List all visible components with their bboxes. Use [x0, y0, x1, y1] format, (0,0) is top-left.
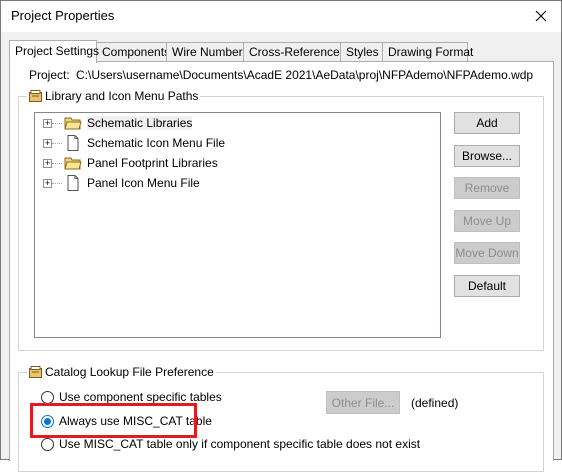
library-paths-caption: Library and Icon Menu Paths	[27, 89, 201, 103]
title-bar: Project Properties	[1, 1, 561, 32]
file-icon	[67, 135, 79, 151]
expand-icon[interactable]: +	[43, 178, 52, 188]
tab-styles[interactable]: Styles	[340, 42, 383, 62]
option-label: Always use MISC_CAT table	[59, 414, 212, 428]
tab-wire-numbers[interactable]: Wire Numbers	[166, 42, 249, 62]
folder-icon	[64, 157, 82, 170]
radio-button-selected[interactable]	[41, 414, 54, 428]
expand-icon[interactable]: +	[43, 118, 52, 128]
library-paths-title: Library and Icon Menu Paths	[45, 89, 199, 103]
option-label: Use component specific tables	[59, 390, 222, 404]
tree-label: Schematic Icon Menu File	[87, 136, 226, 150]
radio-button[interactable]	[41, 437, 54, 451]
tree-connector	[52, 162, 62, 164]
expand-icon[interactable]: +	[43, 138, 52, 148]
move-up-button[interactable]: Move Up	[454, 210, 520, 232]
tree-item-panel-icon-menu-file[interactable]: + Panel Icon Menu File	[43, 173, 200, 193]
option-always-misc-cat[interactable]: Always use MISC_CAT table	[41, 414, 212, 428]
defined-status: (defined)	[411, 396, 459, 410]
option-component-specific[interactable]: Use component specific tables	[41, 390, 222, 404]
tab-drawing-format[interactable]: Drawing Format	[382, 42, 473, 62]
catalog-preference-title: Catalog Lookup File Preference	[45, 365, 214, 379]
option-misc-cat-fallback[interactable]: Use MISC_CAT table only if component spe…	[41, 437, 420, 451]
folder-icon	[64, 117, 82, 130]
add-button[interactable]: Add	[454, 112, 520, 134]
default-button[interactable]: Default	[454, 275, 520, 297]
tree-label: Panel Footprint Libraries	[87, 156, 218, 170]
browse-button[interactable]: Browse...	[454, 145, 520, 167]
tree-item-schematic-icon-menu-file[interactable]: + Schematic Icon Menu File	[43, 133, 225, 153]
radio-button[interactable]	[41, 390, 54, 404]
remove-button[interactable]: Remove	[454, 177, 520, 199]
option-label: Use MISC_CAT table only if component spe…	[59, 437, 421, 451]
tree-item-panel-footprint-libraries[interactable]: + Panel Footprint Libraries	[43, 153, 218, 173]
tree-label: Panel Icon Menu File	[87, 176, 200, 190]
catalog-preference-caption: Catalog Lookup File Preference	[27, 365, 216, 379]
tree-item-schematic-libraries[interactable]: + Schematic Libraries	[43, 113, 193, 133]
other-file-button[interactable]: Other File...	[326, 391, 400, 414]
file-icon	[67, 175, 79, 191]
close-icon	[535, 10, 547, 22]
close-button[interactable]	[521, 1, 561, 31]
tree-connector	[52, 182, 62, 184]
library-tree[interactable]: + Schematic Libraries + Schematic Icon M…	[34, 112, 441, 338]
tab-cross-references[interactable]: Cross-References	[243, 42, 346, 62]
project-properties-dialog: Project Properties Project Settings Comp…	[0, 0, 562, 472]
project-label: Project:	[29, 68, 70, 82]
move-down-button[interactable]: Move Down	[454, 242, 520, 264]
expand-icon[interactable]: +	[43, 158, 52, 168]
catalog-icon	[29, 366, 42, 378]
dialog-title: Project Properties	[11, 8, 115, 23]
tree-connector	[52, 142, 62, 144]
tree-label: Schematic Libraries	[87, 116, 193, 130]
library-icon	[29, 90, 42, 102]
project-path: C:\Users\username\Documents\AcadE 2021\A…	[76, 68, 534, 82]
tree-connector	[52, 122, 62, 124]
tab-project-settings[interactable]: Project Settings	[9, 40, 99, 63]
tab-components[interactable]: Components	[96, 42, 170, 62]
